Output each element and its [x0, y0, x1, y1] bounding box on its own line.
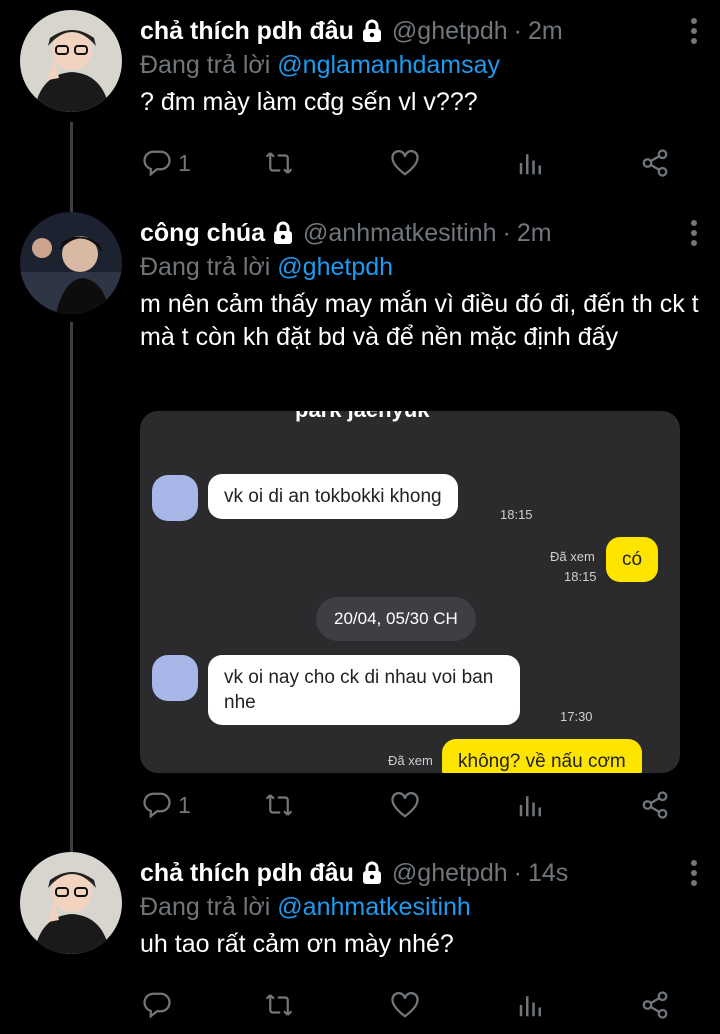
seen-label: Đã xem: [550, 549, 595, 564]
avatar[interactable]: [20, 212, 122, 314]
lock-icon: [362, 19, 381, 42]
chat-title: park jaehyuk: [295, 411, 430, 423]
date-chip: 20/04, 05/30 CH: [316, 597, 476, 641]
separator-dot: ·: [513, 17, 522, 45]
seen-label: Đã xem: [388, 753, 433, 768]
action-bar: 1: [140, 143, 680, 183]
display-name[interactable]: chả thích pdh đâu: [140, 14, 354, 48]
chat-message: vk oi nay cho ck di nhau voi ban nhe: [208, 655, 520, 725]
replying-to: Đang trả lời @ghetpdh: [140, 253, 394, 281]
message-time: 17:30: [560, 709, 593, 724]
more-icon[interactable]: [684, 858, 704, 888]
lock-icon: [274, 221, 293, 244]
display-name[interactable]: công chúa: [140, 216, 265, 250]
more-icon[interactable]: [684, 16, 704, 46]
action-bar: 1: [140, 785, 680, 825]
like-icon: [391, 150, 419, 176]
action-bar: [140, 985, 680, 1025]
tweet-text: uh tao rất cảm ơn mày nhé?: [140, 930, 454, 958]
avatar[interactable]: [20, 852, 122, 954]
reply-button[interactable]: 1: [142, 785, 191, 825]
message-time: 18:15: [564, 569, 597, 584]
handle[interactable]: @ghetpdh: [392, 14, 508, 48]
reply-icon: [143, 150, 171, 177]
more-icon[interactable]: [684, 218, 704, 248]
like-icon: [391, 792, 419, 818]
retweet-button[interactable]: [264, 143, 294, 183]
views-button[interactable]: [516, 143, 546, 183]
like-button[interactable]: [390, 785, 420, 825]
chat-avatar: [152, 475, 198, 521]
share-icon: [642, 791, 668, 819]
mention-link[interactable]: @ghetpdh: [277, 253, 393, 281]
share-button[interactable]: [640, 985, 670, 1025]
share-button[interactable]: [640, 143, 670, 183]
retweet-button[interactable]: [264, 985, 294, 1025]
share-button[interactable]: [640, 785, 670, 825]
chat-avatar: [152, 655, 198, 701]
reply-button[interactable]: [142, 985, 178, 1025]
reply-icon: [143, 792, 171, 819]
mention-link[interactable]: @anhmatkesitinh: [277, 893, 471, 921]
retweet-icon: [265, 794, 293, 816]
reply-icon: [143, 992, 171, 1019]
message-time: 18:15: [500, 507, 533, 522]
chat-message: có: [606, 537, 659, 582]
like-button[interactable]: [390, 143, 420, 183]
views-icon: [519, 996, 541, 1017]
separator-dot: ·: [502, 219, 511, 247]
handle[interactable]: @anhmatkesitinh: [303, 216, 497, 250]
chat-message: không? về nấu cơm: [442, 739, 642, 773]
like-icon: [391, 992, 419, 1018]
mention-link[interactable]: @nglamanhdamsay: [277, 51, 500, 79]
chat-message: vk oi di an tokbokki khong: [208, 474, 458, 519]
timestamp[interactable]: 2m: [517, 216, 552, 250]
separator-dot: ·: [513, 859, 522, 887]
tweet-media-image[interactable]: park jaehyuk vk oi di an tokbokki khong …: [140, 411, 680, 773]
display-name[interactable]: chả thích pdh đâu: [140, 856, 354, 890]
like-button[interactable]: [390, 985, 420, 1025]
reply-button[interactable]: 1: [142, 143, 191, 183]
handle[interactable]: @ghetpdh: [392, 856, 508, 890]
timestamp[interactable]: 2m: [528, 14, 563, 48]
tweet-1[interactable]: chả thích pdh đâu @ghetpdh · 2m Đang trả…: [0, 0, 720, 200]
views-button[interactable]: [516, 985, 546, 1025]
tweet-text: ? đm mày làm cđg sến vl v???: [140, 88, 478, 116]
views-icon: [519, 796, 541, 817]
retweet-button[interactable]: [264, 785, 294, 825]
share-icon: [642, 991, 668, 1019]
views-button[interactable]: [516, 785, 546, 825]
replying-to: Đang trả lời @anhmatkesitinh: [140, 893, 471, 921]
retweet-icon: [265, 994, 293, 1016]
retweet-icon: [265, 152, 293, 174]
replying-to: Đang trả lời @nglamanhdamsay: [140, 51, 501, 79]
views-icon: [519, 154, 541, 175]
timestamp[interactable]: 14s: [528, 856, 568, 890]
lock-icon: [362, 861, 381, 884]
share-icon: [642, 149, 668, 177]
tweet-text: m nên cảm thấy may mắn vì điều đó đi, đế…: [140, 290, 699, 351]
tweet-3[interactable]: chả thích pdh đâu @ghetpdh · 14s Đang tr…: [0, 840, 720, 1034]
avatar[interactable]: [20, 10, 122, 112]
